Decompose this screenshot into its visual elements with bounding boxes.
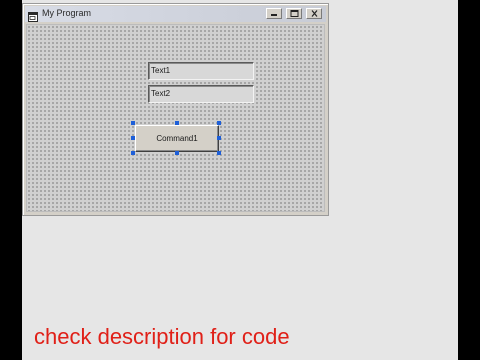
form-title: My Program	[42, 8, 92, 18]
resize-handle-left[interactable]	[131, 136, 135, 140]
command1-button[interactable]: Command1	[135, 125, 219, 152]
resize-handle-right[interactable]	[217, 136, 221, 140]
resize-handle-bottom-left[interactable]	[131, 151, 135, 155]
resize-handle-top-right[interactable]	[217, 121, 221, 125]
minimize-button[interactable]	[266, 8, 282, 19]
resize-handle-bottom-right[interactable]	[217, 151, 221, 155]
overlay-caption: check description for code	[34, 324, 290, 349]
text1-textbox[interactable]: Text1	[148, 62, 254, 80]
form-designer-window[interactable]: My Program Text1 Text2 Command1	[22, 3, 329, 216]
resize-handle-top[interactable]	[175, 121, 179, 125]
minimize-icon	[271, 14, 277, 16]
maximize-button[interactable]	[286, 8, 302, 19]
text2-textbox[interactable]: Text2	[148, 85, 254, 103]
resize-handle-bottom[interactable]	[175, 151, 179, 155]
maximize-icon	[290, 10, 299, 17]
form-icon	[28, 9, 38, 22]
resize-handle-top-left[interactable]	[131, 121, 135, 125]
close-icon	[311, 10, 318, 17]
video-frame: My Program Text1 Text2 Command1 check de…	[22, 0, 458, 360]
form-title-bar[interactable]: My Program	[25, 6, 326, 22]
form-design-grid[interactable]: Text1 Text2 Command1	[26, 24, 325, 212]
close-button[interactable]	[306, 8, 322, 19]
